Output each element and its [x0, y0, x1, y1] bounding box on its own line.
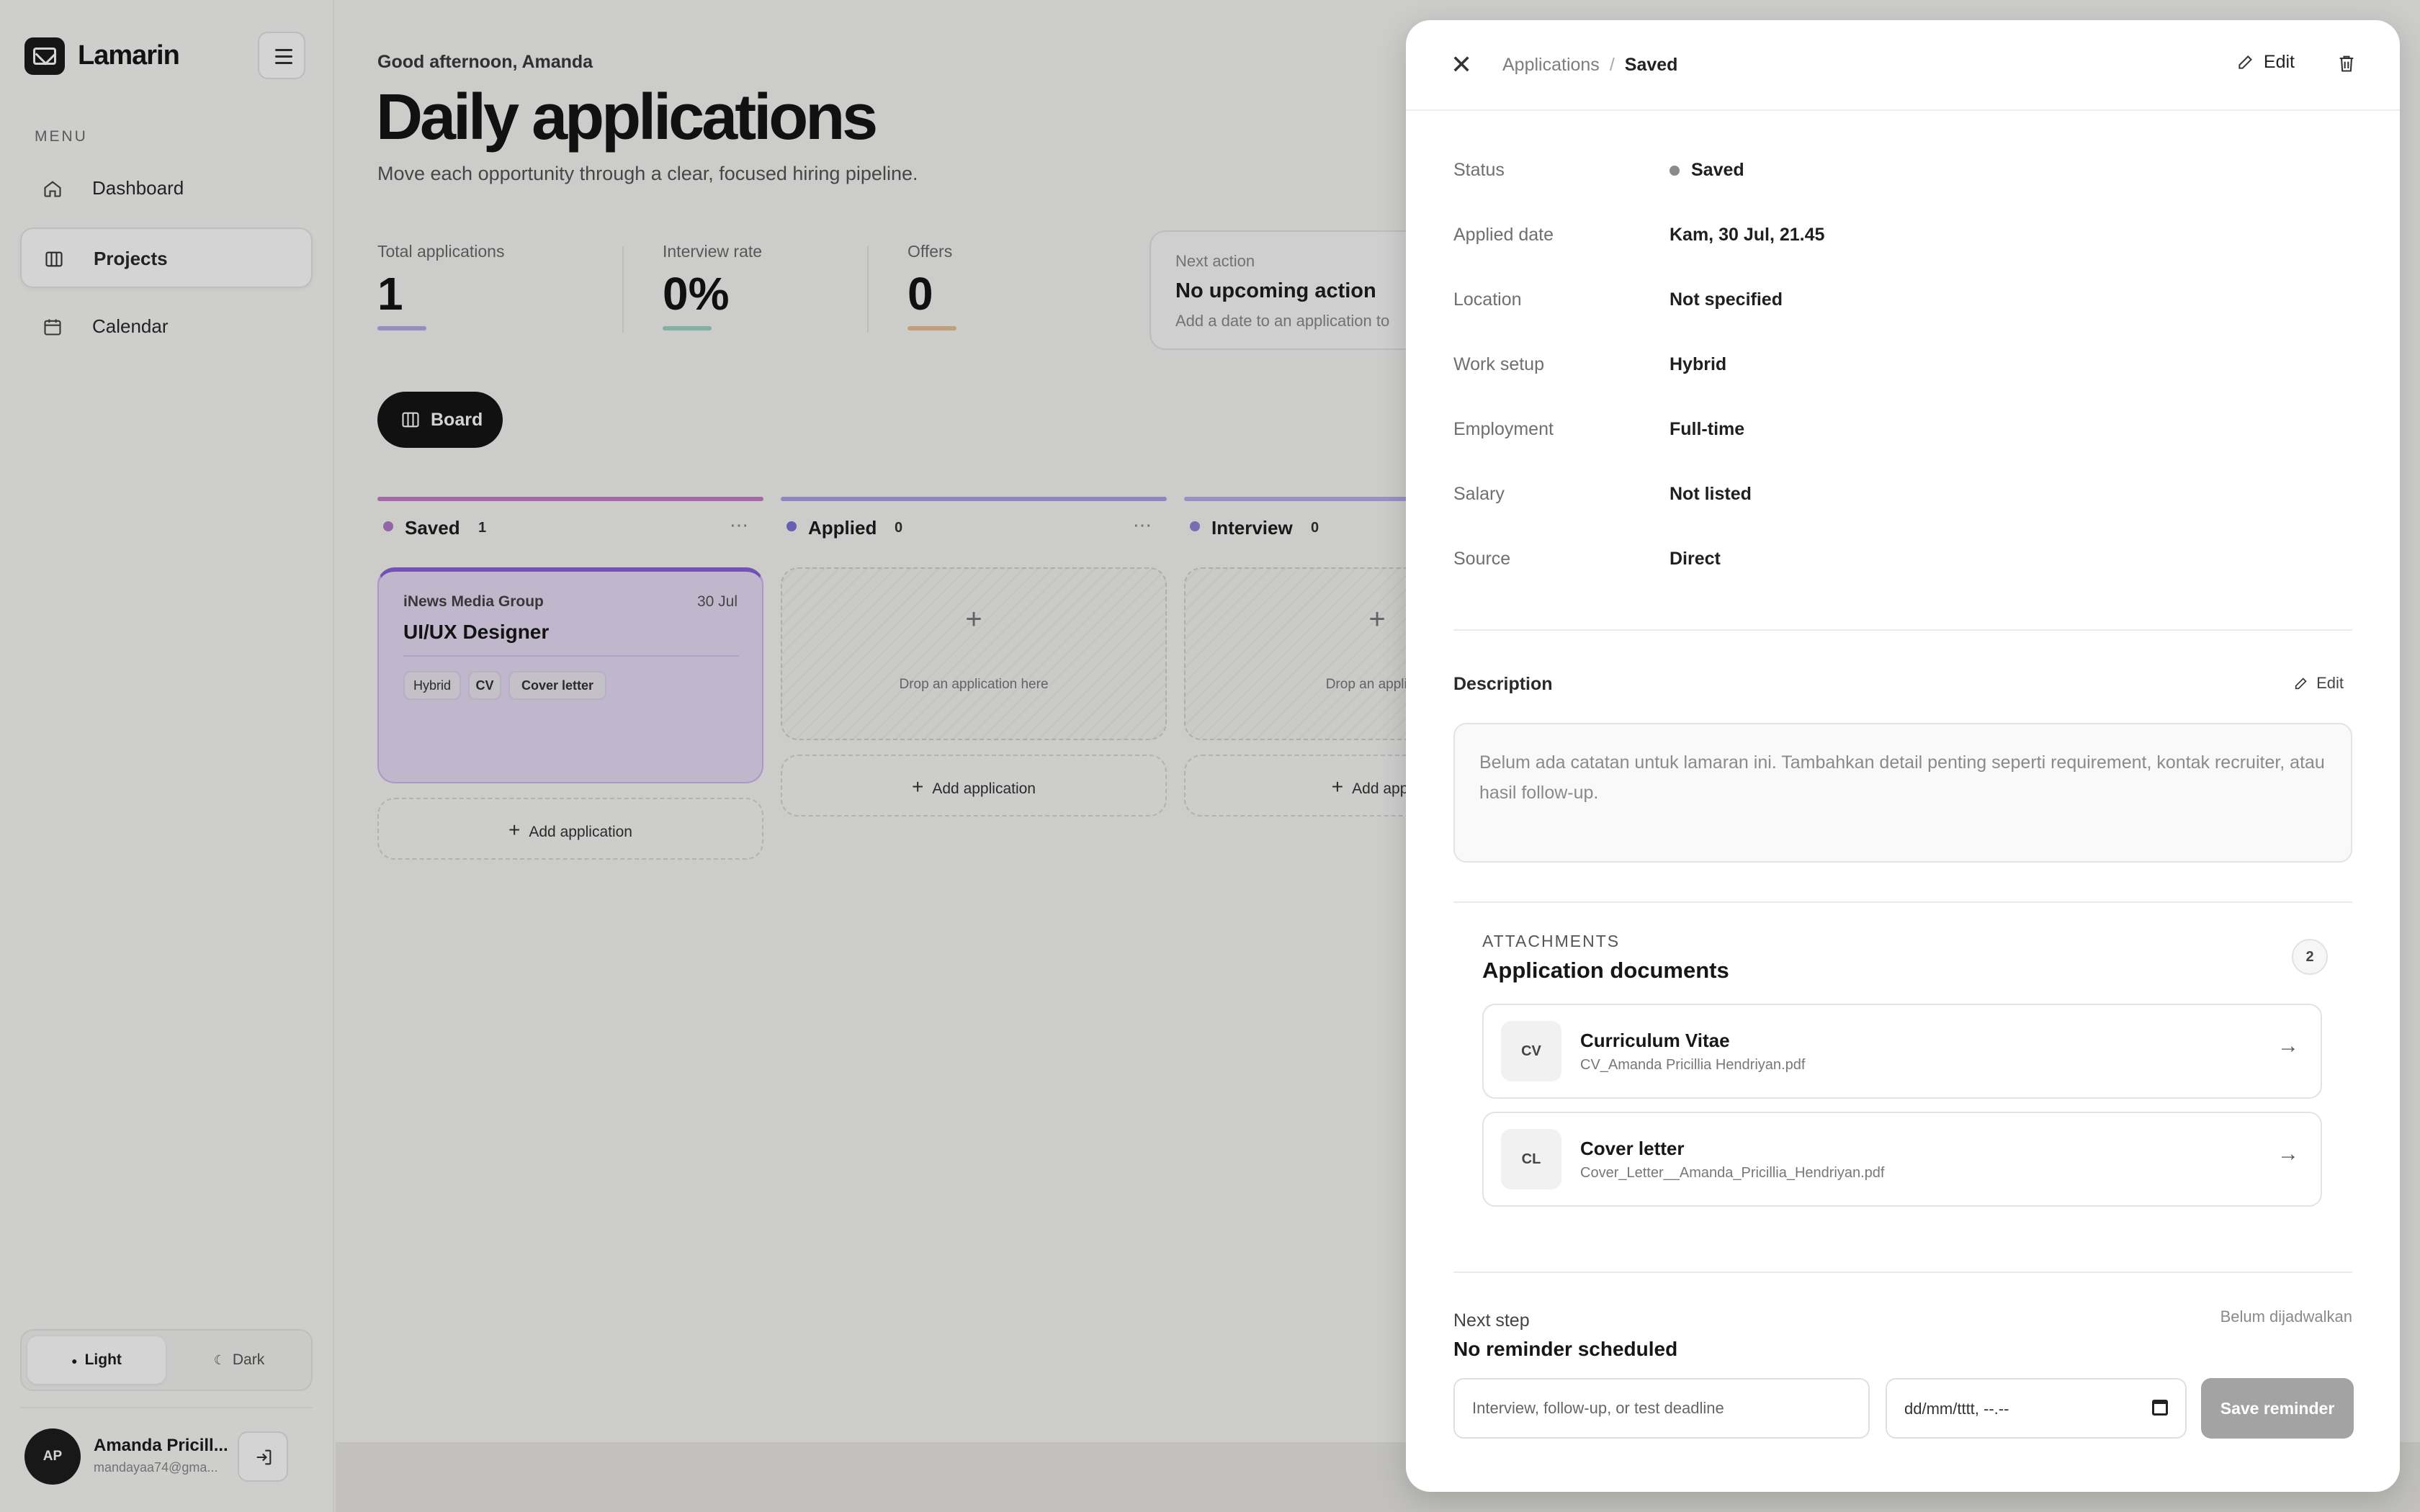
- field-value: Kam, 30 Jul, 21.45: [1670, 225, 1825, 245]
- datetime-placeholder: dd/mm/tttt, --.--: [1904, 1400, 2009, 1418]
- attachment-name: Cover letter: [1580, 1138, 1685, 1159]
- field-applied-date: Applied date Kam, 30 Jul, 21.45: [1453, 225, 2347, 253]
- field-value: Hybrid: [1670, 354, 1727, 374]
- field-label: Applied date: [1453, 225, 1554, 245]
- next-step-value: No reminder scheduled: [1453, 1338, 1678, 1360]
- field-employment: Employment Full-time: [1453, 419, 2347, 448]
- field-value: Full-time: [1670, 419, 1745, 439]
- attachments-overline: ATTACHMENTS: [1482, 932, 1621, 950]
- reminder-datetime-input[interactable]: dd/mm/tttt, --.--: [1886, 1378, 2187, 1439]
- close-icon[interactable]: ✕: [1451, 52, 1472, 78]
- description-text[interactable]: Belum ada catatan untuk lamaran ini. Tam…: [1453, 723, 2352, 863]
- field-label: Employment: [1453, 419, 1554, 439]
- arrow-right-icon: →: [2277, 1142, 2299, 1166]
- field-value: Saved: [1670, 160, 1744, 181]
- field-label: Source: [1453, 549, 1511, 569]
- arrow-right-icon: →: [2277, 1034, 2299, 1058]
- field-value: Not specified: [1670, 289, 1783, 310]
- app-root: Lamarin MENU Dashboard Projects Calendar…: [0, 0, 2420, 1512]
- divider: [1453, 901, 2352, 903]
- breadcrumb-parent[interactable]: Applications: [1502, 55, 1600, 75]
- field-value: Direct: [1670, 549, 1721, 569]
- application-detail-panel: ✕ Applications / Saved Edit Status Saved A…: [1406, 20, 2400, 1492]
- attachment-filename: Cover_Letter__Amanda_Pricillia_Hendriyan…: [1580, 1165, 1885, 1181]
- field-status: Status Saved: [1453, 160, 2347, 189]
- next-step-status: Belum dijadwalkan: [2220, 1308, 2352, 1326]
- reminder-title-input[interactable]: [1453, 1378, 1870, 1439]
- field-location: Location Not specified: [1453, 289, 2347, 318]
- file-abbr-icon: CL: [1501, 1129, 1561, 1189]
- attachment-filename: CV_Amanda Pricillia Hendriyan.pdf: [1580, 1057, 1806, 1073]
- calendar-icon[interactable]: [2152, 1400, 2168, 1416]
- next-step-label: Next step: [1453, 1310, 1530, 1331]
- divider: [1453, 1272, 2352, 1273]
- field-label: Salary: [1453, 484, 1505, 504]
- file-abbr-icon: CV: [1501, 1021, 1561, 1081]
- pencil-icon: [2295, 678, 2307, 690]
- attachment-item-cover-letter[interactable]: CL Cover letter Cover_Letter__Amanda_Pri…: [1482, 1112, 2322, 1207]
- field-value: Not listed: [1670, 484, 1752, 504]
- edit-button[interactable]: Edit: [2236, 52, 2295, 73]
- field-label: Status: [1453, 160, 1505, 180]
- description-edit-button[interactable]: Edit: [2293, 674, 2344, 693]
- attachments-count-badge: 2: [2292, 939, 2328, 975]
- breadcrumb: Applications / Saved: [1502, 55, 1678, 75]
- attachment-name: Curriculum Vitae: [1580, 1030, 1730, 1051]
- attachment-item-cv[interactable]: CV Curriculum Vitae CV_Amanda Pricillia …: [1482, 1004, 2322, 1099]
- field-salary: Salary Not listed: [1453, 484, 2347, 513]
- attachments-title: Application documents: [1482, 958, 1729, 983]
- field-source: Source Direct: [1453, 549, 2347, 577]
- trash-icon[interactable]: [2336, 52, 2357, 75]
- description-title: Description: [1453, 674, 1553, 694]
- field-label: Work setup: [1453, 354, 1544, 374]
- field-label: Location: [1453, 289, 1522, 310]
- breadcrumb-current: Saved: [1624, 55, 1678, 75]
- divider: [1453, 629, 2352, 631]
- field-work-setup: Work setup Hybrid: [1453, 354, 2347, 383]
- pencil-icon: [2238, 55, 2252, 69]
- status-dot: [1670, 166, 1680, 176]
- panel-header: ✕ Applications / Saved Edit: [1406, 20, 2400, 111]
- save-reminder-button[interactable]: Save reminder: [2201, 1378, 2354, 1439]
